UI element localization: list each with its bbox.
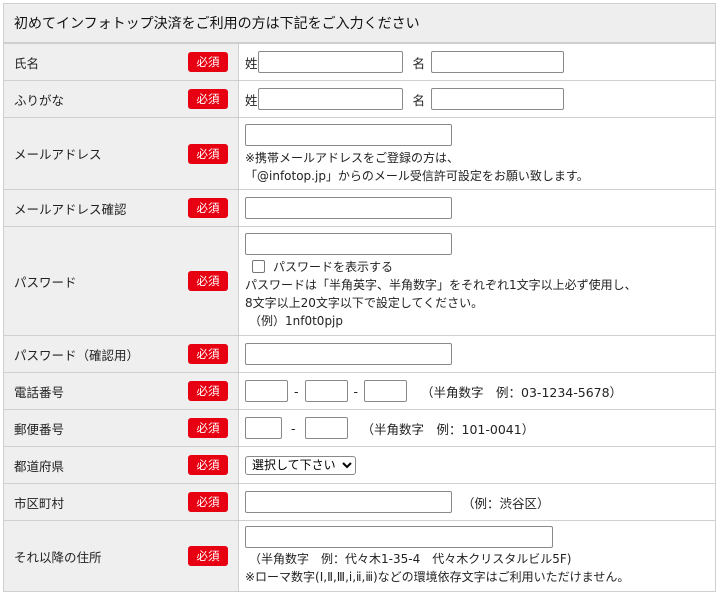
show-password-label[interactable]: パスワードを表示する (273, 258, 393, 276)
name-label: 氏名 (14, 55, 40, 71)
required-badge: 必須 (188, 546, 228, 566)
label-cell: 郵便番号 必須 (3, 409, 239, 447)
value-cell: 姓 名 (238, 43, 716, 81)
label-cell: それ以降の住所 必須 (3, 520, 239, 592)
required-badge: 必須 (188, 198, 228, 218)
row-password-confirm: パスワード（確認用） 必須 (3, 335, 716, 373)
value-cell: - - （半角数字 例：03-1234-5678） (238, 372, 716, 410)
row-furigana: ふりがな 必須 姓 名 (3, 80, 716, 118)
password-confirm-label: パスワード（確認用） (14, 347, 140, 363)
row-postal: 郵便番号 必須 - （半角数字 例：101-0041） (3, 409, 716, 447)
phone-separator: - (294, 383, 299, 399)
value-cell (238, 335, 716, 373)
phone-part-3-input[interactable] (364, 380, 408, 402)
furigana-label: ふりがな (14, 92, 65, 108)
required-badge: 必須 (188, 381, 228, 401)
phone-part-2-input[interactable] (304, 380, 348, 402)
phone-part-1-input[interactable] (245, 380, 288, 402)
postal-part-2-input[interactable] (304, 417, 348, 439)
first-name-kana-input[interactable] (431, 88, 565, 110)
form-title: 初めてインフォトップ決済をご利用の方は下記をご入力ください (3, 3, 716, 43)
email-note-2: 「@infotop.jp」からのメール受信許可設定をお願い致します。 (245, 169, 589, 183)
last-name-kana-input[interactable] (257, 88, 403, 110)
registration-form: 初めてインフォトップ決済をご利用の方は下記をご入力ください 氏名 必須 姓 名 … (3, 3, 716, 592)
value-cell: （半角数字 例：代々木1-35-4 代々木クリスタルビル5F) ※ローマ数字(Ⅰ… (238, 520, 716, 592)
sei-kana-label: 姓 (245, 92, 258, 108)
sei-label: 姓 (245, 55, 258, 71)
required-badge: 必須 (188, 52, 228, 72)
value-cell: パスワードを表示する パスワードは「半角英字、半角数字」をそれぞれ1文字以上必ず… (238, 226, 716, 336)
required-badge: 必須 (188, 492, 228, 512)
label-cell: メールアドレス確認 必須 (3, 189, 239, 227)
form-table: 氏名 必須 姓 名 ふりがな 必須 姓 名 メールアドレス 必須 ※携帯メールア… (3, 43, 716, 592)
phone-separator: - (353, 383, 359, 399)
first-name-input[interactable] (431, 51, 565, 73)
address-hint: （半角数字 例：代々木1-35-4 代々木クリスタルビル5F) (249, 552, 572, 566)
label-cell: 都道府県 必須 (3, 446, 239, 484)
password-note-1: パスワードは「半角英字、半角数字」をそれぞれ1文字以上必ず使用し、 (245, 277, 637, 292)
password-label: パスワード (14, 274, 77, 290)
email-label: メールアドレス (14, 147, 102, 162)
city-hint: （例：渋谷区） (462, 495, 550, 511)
email-confirm-input[interactable] (245, 197, 452, 219)
email-confirm-label: メールアドレス確認 (14, 201, 127, 217)
label-cell: 電話番号 必須 (3, 372, 239, 410)
row-email-confirm: メールアドレス確認 必須 (3, 189, 716, 227)
row-password: パスワード 必須 パスワードを表示する パスワードは「半角英字、半角数字」をそれ… (3, 226, 716, 336)
value-cell (238, 189, 716, 227)
password-note-2: 8文字以上20文字以下で設定してください。 (245, 295, 484, 310)
city-input[interactable] (245, 491, 452, 513)
label-cell: パスワード（確認用） 必須 (3, 335, 239, 373)
last-name-input[interactable] (257, 51, 403, 73)
address-warning: ※ローマ数字(Ⅰ,Ⅱ,Ⅲ,ⅰ,ⅱ,ⅲ)などの環境依存文字はご利用いただけません。 (245, 570, 630, 584)
address-input[interactable] (245, 526, 553, 548)
mei-kana-label: 名 (412, 92, 426, 108)
label-cell: メールアドレス 必須 (3, 117, 239, 190)
value-cell: （例：渋谷区） (238, 483, 716, 521)
row-phone: 電話番号 必須 - - （半角数字 例：03-1234-5678） (3, 372, 716, 410)
row-name: 氏名 必須 姓 名 (3, 43, 716, 81)
form-title-text: 初めてインフォトップ決済をご利用の方は下記をご入力ください (14, 16, 420, 32)
postal-part-1-input[interactable] (245, 417, 282, 439)
password-example: （例）1nf0t0pjp (249, 313, 344, 328)
value-cell: 姓 名 (238, 80, 716, 118)
prefecture-select[interactable]: 選択して下さい (245, 455, 356, 475)
value-cell: 選択して下さい (238, 446, 716, 484)
label-cell: 氏名 必須 (3, 43, 239, 81)
label-cell: 市区町村 必須 (3, 483, 239, 521)
row-city: 市区町村 必須 （例：渋谷区） (3, 483, 716, 521)
postal-separator: - (291, 420, 296, 436)
postal-hint: （半角数字 例：101-0041） (361, 421, 535, 437)
required-badge: 必須 (188, 418, 228, 438)
prefecture-label: 都道府県 (14, 458, 65, 474)
postal-label: 郵便番号 (14, 421, 65, 437)
phone-label: 電話番号 (14, 384, 65, 400)
value-cell: ※携帯メールアドレスをご登録の方は、 「@infotop.jp」からのメール受信… (238, 117, 716, 190)
required-badge: 必須 (188, 271, 228, 291)
email-input[interactable] (245, 124, 452, 146)
row-email: メールアドレス 必須 ※携帯メールアドレスをご登録の方は、 「@infotop.… (3, 117, 716, 190)
value-cell: - （半角数字 例：101-0041） (238, 409, 716, 447)
label-cell: パスワード 必須 (3, 226, 239, 336)
required-badge: 必須 (188, 143, 228, 164)
row-prefecture: 都道府県 必須 選択して下さい (3, 446, 716, 484)
label-cell: ふりがな 必須 (3, 80, 239, 118)
email-note-1: ※携帯メールアドレスをご登録の方は、 (245, 151, 460, 165)
required-badge: 必須 (188, 455, 228, 475)
required-badge: 必須 (188, 89, 228, 109)
show-password-checkbox[interactable] (252, 260, 265, 273)
phone-hint: （半角数字 例：03-1234-5678） (421, 384, 623, 400)
row-address: それ以降の住所 必須 （半角数字 例：代々木1-35-4 代々木クリスタルビル5… (3, 520, 716, 592)
required-badge: 必須 (188, 344, 228, 364)
address-label: それ以降の住所 (14, 549, 102, 565)
mei-label: 名 (412, 55, 426, 71)
password-confirm-input[interactable] (245, 343, 452, 365)
city-label: 市区町村 (14, 495, 65, 511)
password-input[interactable] (245, 232, 452, 255)
